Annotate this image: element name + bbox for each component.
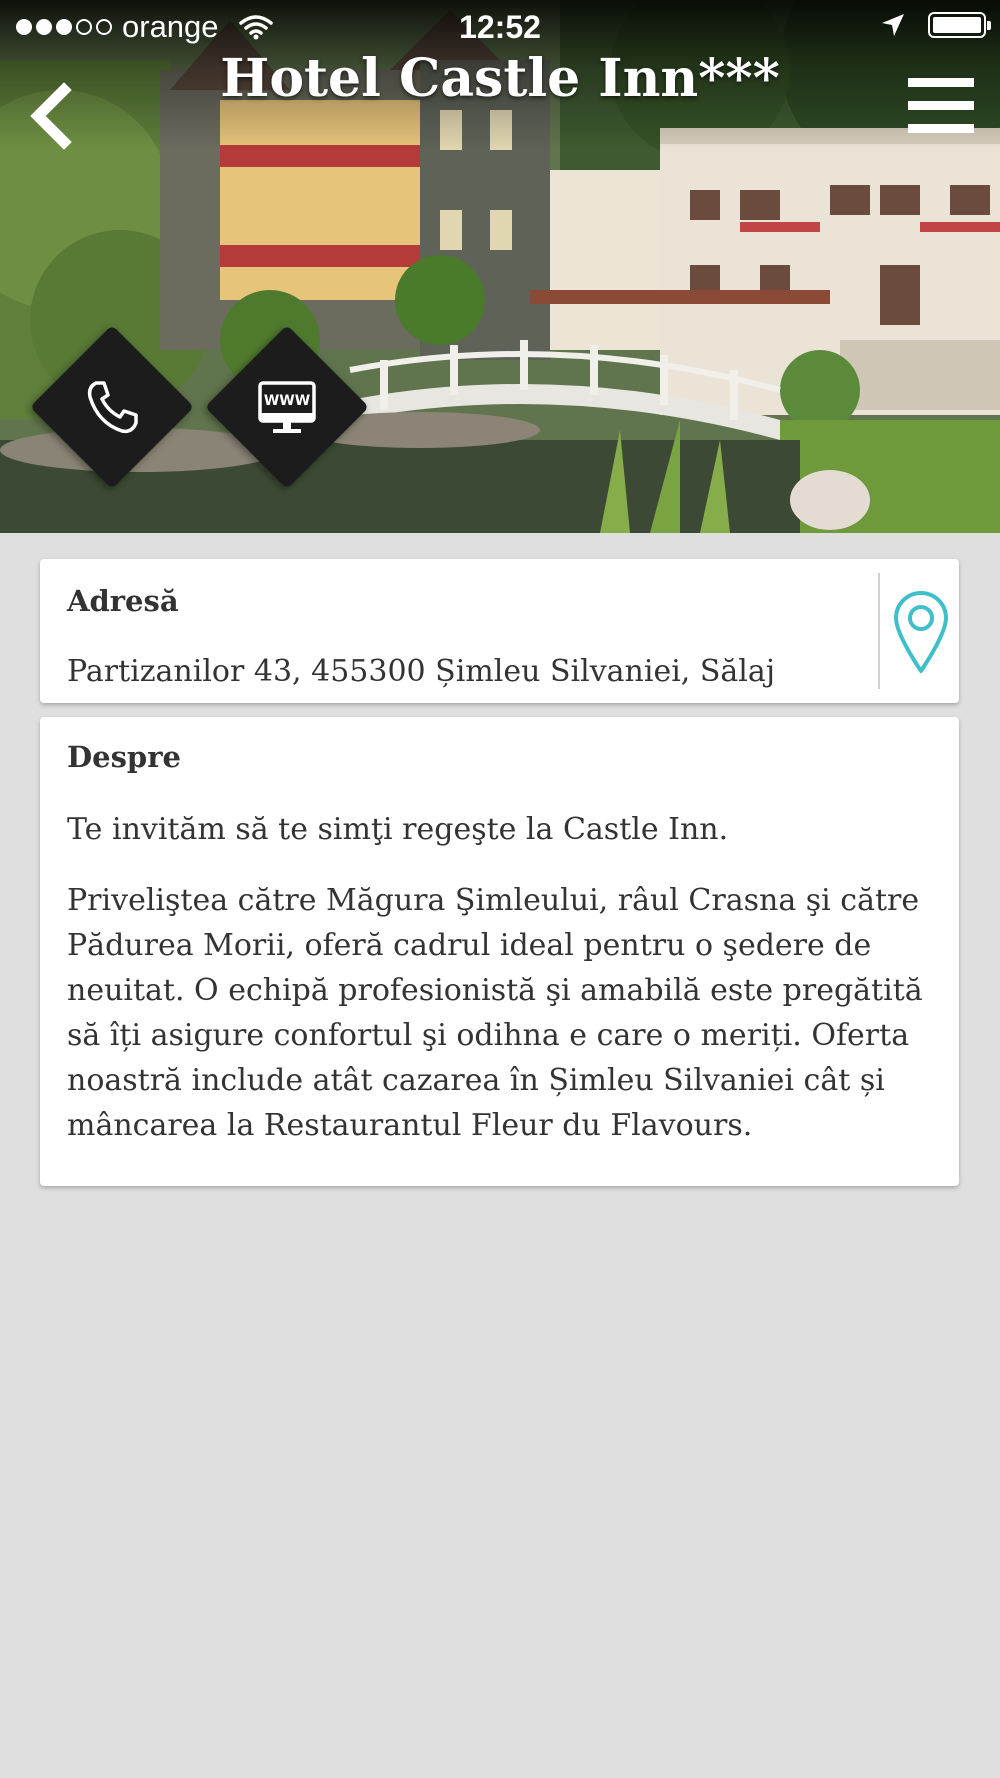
hamburger-menu-icon-bar (908, 124, 974, 133)
about-body: Te invităm să te simţi regeşte la Castle… (67, 807, 927, 1174)
map-pin-icon[interactable] (892, 589, 950, 675)
status-time: 12:52 (459, 9, 541, 45)
address-card: Adresă Partizanilor 43, 455300 Șimleu Si… (40, 559, 959, 703)
address-heading: Adresă (67, 584, 179, 618)
about-heading: Despre (67, 740, 181, 774)
location-arrow-icon (882, 14, 904, 36)
menu-button[interactable] (908, 78, 974, 134)
status-right-group (880, 12, 991, 38)
hamburger-menu-icon-bar (908, 78, 974, 87)
address-divider (878, 573, 880, 689)
hamburger-menu-icon-bar (908, 101, 974, 110)
website-button[interactable]: WWW (204, 324, 370, 490)
page-title: Hotel Castle Inn*** (220, 48, 780, 109)
about-paragraph-1: Te invităm să te simţi regeşte la Castle… (67, 812, 729, 847)
svg-text:WWW: WWW (264, 393, 310, 409)
phone-button[interactable] (29, 324, 195, 490)
about-paragraph-2: Priveliştea către Măgura Şimleului, râul… (67, 883, 923, 1143)
battery-icon (928, 12, 991, 38)
www-monitor-icon: WWW (258, 381, 316, 433)
about-card: Despre Te invităm să te simţi regeşte la… (40, 717, 959, 1186)
phone-icon (87, 381, 138, 434)
battery-level (933, 17, 981, 33)
address-text: Partizanilor 43, 455300 Șimleu Silvaniei… (67, 654, 776, 689)
